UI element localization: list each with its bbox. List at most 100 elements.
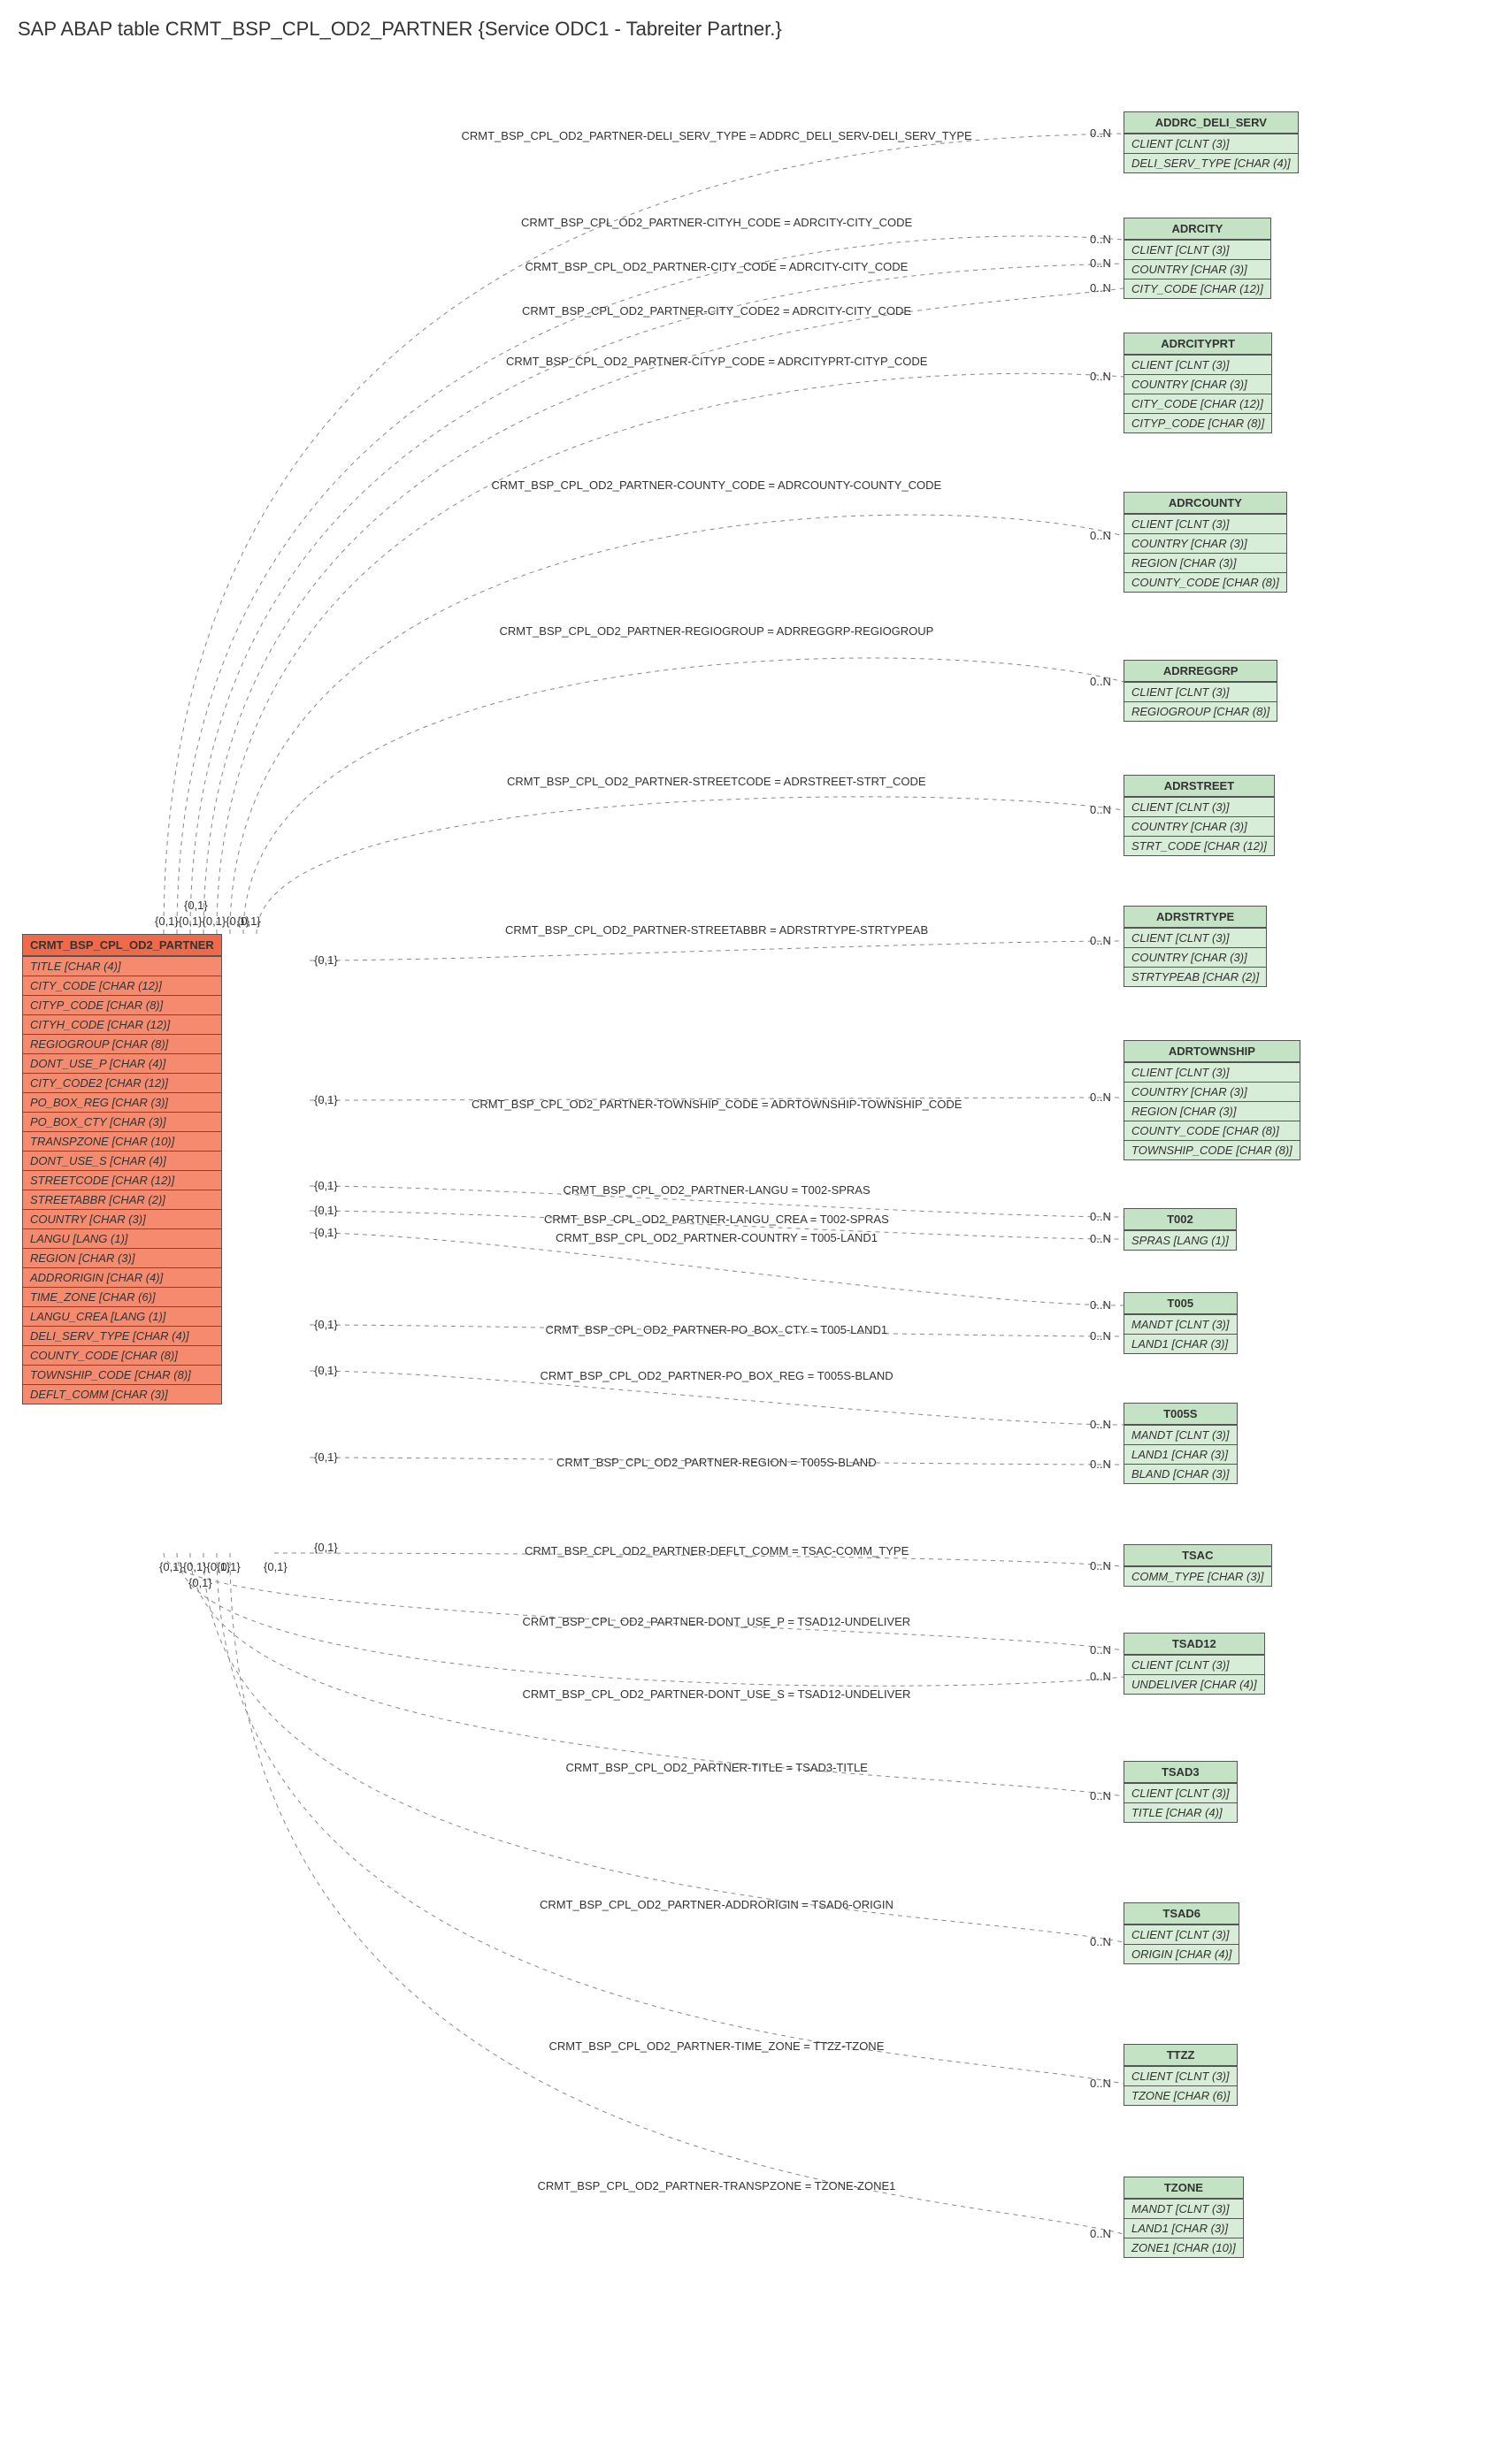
relation-label: CRMT_BSP_CPL_OD2_PARTNER-CITY_CODE = ADR…: [525, 260, 909, 273]
target-field: COUNTRY [CHAR (3)]: [1124, 947, 1266, 967]
target-table-header: ADRREGGRP: [1124, 661, 1277, 682]
relation-wire: [164, 1553, 1124, 1650]
target-cardinality: 0..N: [1090, 1559, 1111, 1573]
target-field: CLIENT [CLNT (3)]: [1124, 682, 1277, 701]
target-field: LAND1 [CHAR (3)]: [1124, 1334, 1237, 1353]
diagram-canvas: CRMT_BSP_CPL_OD2_PARTNER TITLE [CHAR (4)…: [18, 58, 1493, 2446]
bottom-cardinalities-4: {0,1}: [188, 1576, 212, 1589]
top-cardinalities: {0,1}{0,1}{0,1}{0,1}: [155, 914, 249, 928]
target-cardinality: 0..N: [1090, 1329, 1111, 1343]
target-cardinality: 0..N: [1090, 934, 1111, 947]
relation-wire: [230, 1553, 1124, 2234]
target-field: STRTYPEAB [CHAR (2)]: [1124, 967, 1266, 986]
main-field: REGIOGROUP [CHAR (8)]: [23, 1034, 221, 1053]
target-field: COUNTY_CODE [CHAR (8)]: [1124, 1121, 1300, 1140]
source-cardinality: {0,1}: [314, 1179, 338, 1192]
target-table: T005MANDT [CLNT (3)]LAND1 [CHAR (3)]: [1124, 1292, 1238, 1354]
main-field: TITLE [CHAR (4)]: [23, 956, 221, 976]
target-cardinality: 0..N: [1090, 1418, 1111, 1431]
relation-label: CRMT_BSP_CPL_OD2_PARTNER-STREETCODE = AD…: [507, 775, 926, 788]
main-field: COUNTY_CODE [CHAR (8)]: [23, 1345, 221, 1365]
target-field: CLIENT [CLNT (3)]: [1124, 355, 1271, 374]
target-field: MANDT [CLNT (3)]: [1124, 1425, 1237, 1444]
target-table: TSAD3CLIENT [CLNT (3)]TITLE [CHAR (4)]: [1124, 1761, 1238, 1823]
target-cardinality: 0..N: [1090, 1210, 1111, 1223]
target-cardinality: 0..N: [1090, 256, 1111, 270]
top-cardinalities-3: {0,1}: [184, 899, 208, 912]
target-field: CITYP_CODE [CHAR (8)]: [1124, 413, 1271, 432]
target-cardinality: 0..N: [1090, 126, 1111, 140]
target-field: COUNTRY [CHAR (3)]: [1124, 816, 1274, 836]
target-table: ADRSTREETCLIENT [CLNT (3)]COUNTRY [CHAR …: [1124, 775, 1275, 856]
main-field: LANGU_CREA [LANG (1)]: [23, 1306, 221, 1326]
target-cardinality: 0..N: [1090, 2227, 1111, 2240]
target-field: REGION [CHAR (3)]: [1124, 1101, 1300, 1121]
relation-wire: [217, 1553, 1124, 2084]
target-cardinality: 0..N: [1090, 1643, 1111, 1657]
target-field: CLIENT [CLNT (3)]: [1124, 134, 1298, 153]
source-cardinality: {0,1}: [314, 1364, 338, 1377]
target-table-header: T005: [1124, 1293, 1237, 1314]
main-field: PO_BOX_CTY [CHAR (3)]: [23, 1112, 221, 1131]
source-cardinality: {0,1}: [314, 1318, 338, 1331]
target-table: TSACCOMM_TYPE [CHAR (3)]: [1124, 1544, 1272, 1587]
target-cardinality: 0..N: [1090, 1232, 1111, 1245]
source-cardinality: {0,1}: [314, 953, 338, 967]
main-field: ADDRORIGIN [CHAR (4)]: [23, 1267, 221, 1287]
relation-label: CRMT_BSP_CPL_OD2_PARTNER-LANGU = T002-SP…: [564, 1183, 871, 1197]
page-title: SAP ABAP table CRMT_BSP_CPL_OD2_PARTNER …: [18, 18, 1493, 41]
relation-label: CRMT_BSP_CPL_OD2_PARTNER-STREETABBR = AD…: [505, 923, 928, 937]
target-table-header: TSAC: [1124, 1545, 1271, 1566]
target-field: REGIOGROUP [CHAR (8)]: [1124, 701, 1277, 721]
target-field: CLIENT [CLNT (3)]: [1124, 1655, 1264, 1674]
target-field: CLIENT [CLNT (3)]: [1124, 1062, 1300, 1082]
main-field: DONT_USE_P [CHAR (4)]: [23, 1053, 221, 1073]
target-table-header: TSAD3: [1124, 1762, 1237, 1783]
target-table-header: T002: [1124, 1209, 1236, 1230]
main-field: CITYP_CODE [CHAR (8)]: [23, 995, 221, 1014]
relation-wire: [257, 797, 1124, 934]
main-field: CITY_CODE2 [CHAR (12)]: [23, 1073, 221, 1092]
relation-label: CRMT_BSP_CPL_OD2_PARTNER-CITY_CODE2 = AD…: [522, 304, 911, 318]
relation-label: CRMT_BSP_CPL_OD2_PARTNER-TOWNSHIP_CODE =…: [472, 1098, 962, 1111]
top-cardinalities-2: {0,1}: [237, 914, 261, 928]
target-table: T002SPRAS [LANG (1)]: [1124, 1208, 1237, 1251]
relation-label: CRMT_BSP_CPL_OD2_PARTNER-REGION = T005S-…: [556, 1456, 877, 1469]
target-field: STRT_CODE [CHAR (12)]: [1124, 836, 1274, 855]
target-field: CLIENT [CLNT (3)]: [1124, 2066, 1237, 2085]
target-field: LAND1 [CHAR (3)]: [1124, 2218, 1243, 2238]
target-field: TITLE [CHAR (4)]: [1124, 1802, 1237, 1822]
main-field: PO_BOX_REG [CHAR (3)]: [23, 1092, 221, 1112]
main-field: LANGU [LANG (1)]: [23, 1228, 221, 1248]
target-field: REGION [CHAR (3)]: [1124, 553, 1286, 572]
target-table-header: ADRCITY: [1124, 218, 1270, 240]
relation-label: CRMT_BSP_CPL_OD2_PARTNER-PO_BOX_REG = T0…: [541, 1369, 894, 1382]
main-table: CRMT_BSP_CPL_OD2_PARTNER TITLE [CHAR (4)…: [22, 934, 222, 1404]
relation-label: CRMT_BSP_CPL_OD2_PARTNER-COUNTY_CODE = A…: [492, 478, 942, 492]
target-field: COUNTRY [CHAR (3)]: [1124, 1082, 1300, 1101]
relation-label: CRMT_BSP_CPL_OD2_PARTNER-REGIOGROUP = AD…: [500, 624, 934, 638]
target-table-header: ADRSTRTYPE: [1124, 907, 1266, 928]
target-cardinality: 0..N: [1090, 281, 1111, 295]
target-field: COUNTRY [CHAR (3)]: [1124, 533, 1286, 553]
target-field: COMM_TYPE [CHAR (3)]: [1124, 1566, 1271, 1586]
relation-label: CRMT_BSP_CPL_OD2_PARTNER-TITLE = TSAD3-T…: [566, 1761, 868, 1774]
target-table: ADRSTRTYPECLIENT [CLNT (3)]COUNTRY [CHAR…: [1124, 906, 1267, 987]
target-table: ADRCOUNTYCLIENT [CLNT (3)]COUNTRY [CHAR …: [1124, 492, 1287, 593]
target-field: MANDT [CLNT (3)]: [1124, 2199, 1243, 2218]
relation-label: CRMT_BSP_CPL_OD2_PARTNER-DELI_SERV_TYPE …: [462, 129, 972, 142]
target-cardinality: 0..N: [1090, 1789, 1111, 1802]
target-field: COUNTRY [CHAR (3)]: [1124, 374, 1271, 394]
bottom-cardinalities-3: {0,1}: [264, 1560, 288, 1573]
main-field: STREETABBR [CHAR (2)]: [23, 1190, 221, 1209]
source-cardinality: {0,1}: [314, 1541, 338, 1554]
main-field: COUNTRY [CHAR (3)]: [23, 1209, 221, 1228]
target-cardinality: 0..N: [1090, 1298, 1111, 1312]
source-cardinality: {0,1}: [314, 1093, 338, 1106]
target-table: TTZZCLIENT [CLNT (3)]TZONE [CHAR (6)]: [1124, 2044, 1238, 2106]
target-field: CLIENT [CLNT (3)]: [1124, 797, 1274, 816]
target-cardinality: 0..N: [1090, 370, 1111, 383]
target-cardinality: 0..N: [1090, 1935, 1111, 1948]
target-field: COUNTY_CODE [CHAR (8)]: [1124, 572, 1286, 592]
target-table-header: T005S: [1124, 1404, 1237, 1425]
